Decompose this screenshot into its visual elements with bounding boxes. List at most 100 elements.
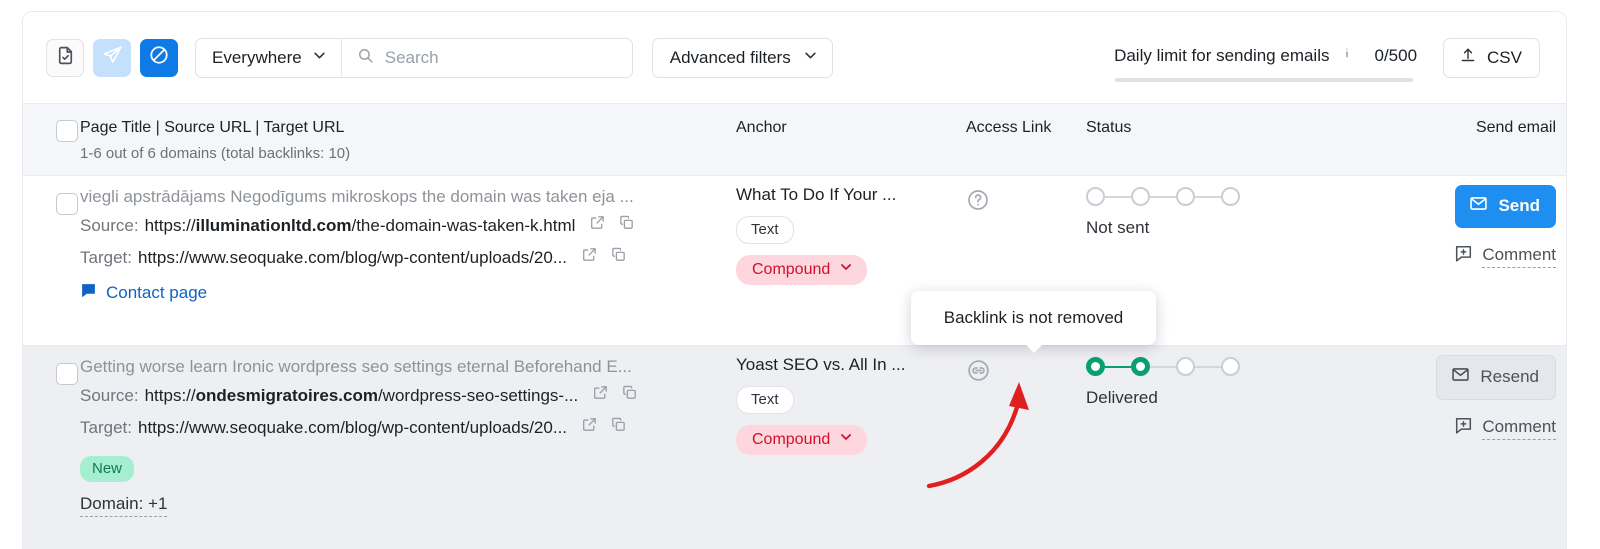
add-comment-icon (1454, 416, 1473, 440)
target-url: https://www.seoquake.com/blog/wp-content… (137, 417, 568, 437)
envelope-icon (1451, 365, 1470, 389)
domain-more-link[interactable]: Domain: +1 (80, 494, 168, 518)
column-header-status-label: Status (1086, 119, 1132, 136)
target-label: Target: (80, 417, 132, 437)
row-send-cell: Send Comment (1376, 176, 1566, 345)
comment-button[interactable]: Comment (1454, 416, 1556, 440)
column-header-main-label: Page Title | Source URL | Target URL (80, 119, 345, 136)
open-external-icon[interactable] (581, 242, 598, 274)
contact-page-label: Contact page (106, 283, 208, 303)
column-header-anchor: Anchor (736, 104, 966, 137)
status-connector (1105, 195, 1131, 198)
anchor-title: Yoast SEO vs. All In ... (736, 355, 906, 374)
envelope-icon (1469, 194, 1488, 218)
open-external-icon[interactable] (589, 210, 606, 242)
select-all-checkbox[interactable] (56, 120, 78, 142)
daily-limit-widget: Daily limit for sending emails 0/500 (1114, 45, 1418, 82)
source-scheme: https:// (144, 215, 196, 235)
daily-limit-value: 0/500 (1374, 45, 1418, 65)
open-external-icon[interactable] (581, 412, 598, 444)
status-step-3 (1176, 187, 1195, 206)
copy-icon[interactable] (610, 412, 627, 444)
search-input[interactable]: Search (385, 48, 439, 68)
document-check-button[interactable] (46, 38, 84, 77)
search-field-wrap[interactable]: Search (342, 39, 632, 77)
anchor-tag-label: Compound (752, 260, 831, 278)
row-main-cell: Getting worse learn Ironic wordpress seo… (80, 346, 736, 549)
resend-button-label: Resend (1480, 367, 1539, 386)
copy-icon[interactable] (610, 242, 627, 274)
tooltip-text: Backlink is not removed (943, 308, 1124, 327)
row-checkbox[interactable] (56, 363, 78, 385)
status-step-4 (1221, 187, 1240, 206)
row-main-cell: viegli apstrādājams Negodīgums mikroskop… (80, 176, 736, 345)
chevron-down-icon (803, 48, 818, 68)
link-chain-icon[interactable] (966, 360, 991, 387)
column-header-access-link: Access Link (966, 104, 1086, 137)
new-badge: New (80, 456, 135, 483)
status-label: Not sent (1086, 218, 1150, 237)
column-header-anchor-label: Anchor (736, 119, 787, 136)
open-external-icon[interactable] (592, 380, 609, 412)
status-step-2 (1131, 357, 1150, 376)
column-header-status: Status (1086, 104, 1376, 137)
comment-label: Comment (1482, 417, 1556, 440)
page-root: Everywhere Search Advanced filters Daily… (0, 0, 1600, 549)
results-count: 1-6 out of 6 domains (total backlinks: 1… (80, 145, 351, 162)
send-email-filter-button[interactable] (93, 38, 131, 77)
source-label: Source: (80, 215, 139, 235)
target-url-line: Target: https://www.seoquake.com/blog/wp… (80, 412, 736, 444)
comment-label: Comment (1482, 245, 1556, 268)
contact-page-link[interactable]: Contact page (80, 282, 736, 304)
speech-bubble-icon (80, 282, 97, 304)
info-icon[interactable] (1339, 45, 1355, 66)
advanced-filters-button[interactable]: Advanced filters (651, 37, 833, 78)
anchor-type-pill: Text (736, 216, 794, 244)
status-step-1 (1086, 187, 1105, 206)
status-label: Delivered (1086, 388, 1158, 407)
status-connector (1150, 365, 1176, 368)
source-url-line: Source: https://ondesmigratoires.com/wor… (80, 380, 736, 412)
target-label: Target: (80, 247, 132, 267)
source-scheme: https:// (144, 385, 196, 405)
add-comment-icon (1454, 244, 1473, 268)
table-header: Page Title | Source URL | Target URL 1-6… (23, 103, 1566, 176)
scope-select-value: Everywhere (212, 47, 302, 67)
source-label: Source: (80, 385, 139, 405)
target-url: https://www.seoquake.com/blog/wp-content… (137, 247, 568, 267)
column-header-send-email-label: Send email (1475, 119, 1556, 136)
anchor-type-pill: Text (736, 386, 794, 414)
column-header-access-link-label: Access Link (966, 119, 1052, 136)
comment-button[interactable]: Comment (1454, 244, 1556, 268)
anchor-title: What To Do If Your ... (736, 185, 897, 204)
scope-select[interactable]: Everywhere (196, 38, 342, 77)
copy-icon[interactable] (621, 380, 638, 412)
row-status-cell: Delivered (1086, 346, 1376, 549)
copy-icon[interactable] (618, 210, 635, 242)
block-filter-button[interactable] (140, 38, 178, 77)
anchor-tag-pill[interactable]: Compound (736, 425, 868, 455)
status-step-4 (1221, 357, 1240, 376)
page-title: viegli apstrādājams Negodīgums mikroskop… (80, 187, 634, 206)
scope-search-group: Everywhere Search (195, 37, 633, 78)
row-send-cell: Resend Comment (1376, 346, 1566, 549)
tooltip: Backlink is not removed (911, 291, 1156, 353)
resend-button[interactable]: Resend (1436, 355, 1556, 400)
row-checkbox[interactable] (56, 193, 78, 215)
page-title: Getting worse learn Ironic wordpress seo… (80, 357, 632, 376)
table-row[interactable]: Getting worse learn Ironic wordpress seo… (23, 346, 1566, 549)
table-row[interactable]: viegli apstrādājams Negodīgums mikroskop… (23, 176, 1566, 346)
toolbar: Everywhere Search Advanced filters Daily… (23, 12, 1566, 103)
status-step-2 (1131, 187, 1150, 206)
document-check-icon (55, 45, 76, 71)
question-circle-icon[interactable] (966, 190, 990, 216)
send-button[interactable]: Send (1455, 185, 1556, 228)
status-connector (1195, 365, 1221, 368)
status-connector (1105, 365, 1131, 368)
paper-plane-icon (102, 45, 123, 71)
chevron-down-icon (839, 260, 853, 279)
anchor-tag-pill[interactable]: Compound (736, 255, 868, 285)
export-csv-button[interactable]: CSV (1443, 37, 1540, 78)
export-csv-label: CSV (1487, 47, 1522, 67)
source-domain: ondesmigratoires.com (195, 385, 378, 405)
